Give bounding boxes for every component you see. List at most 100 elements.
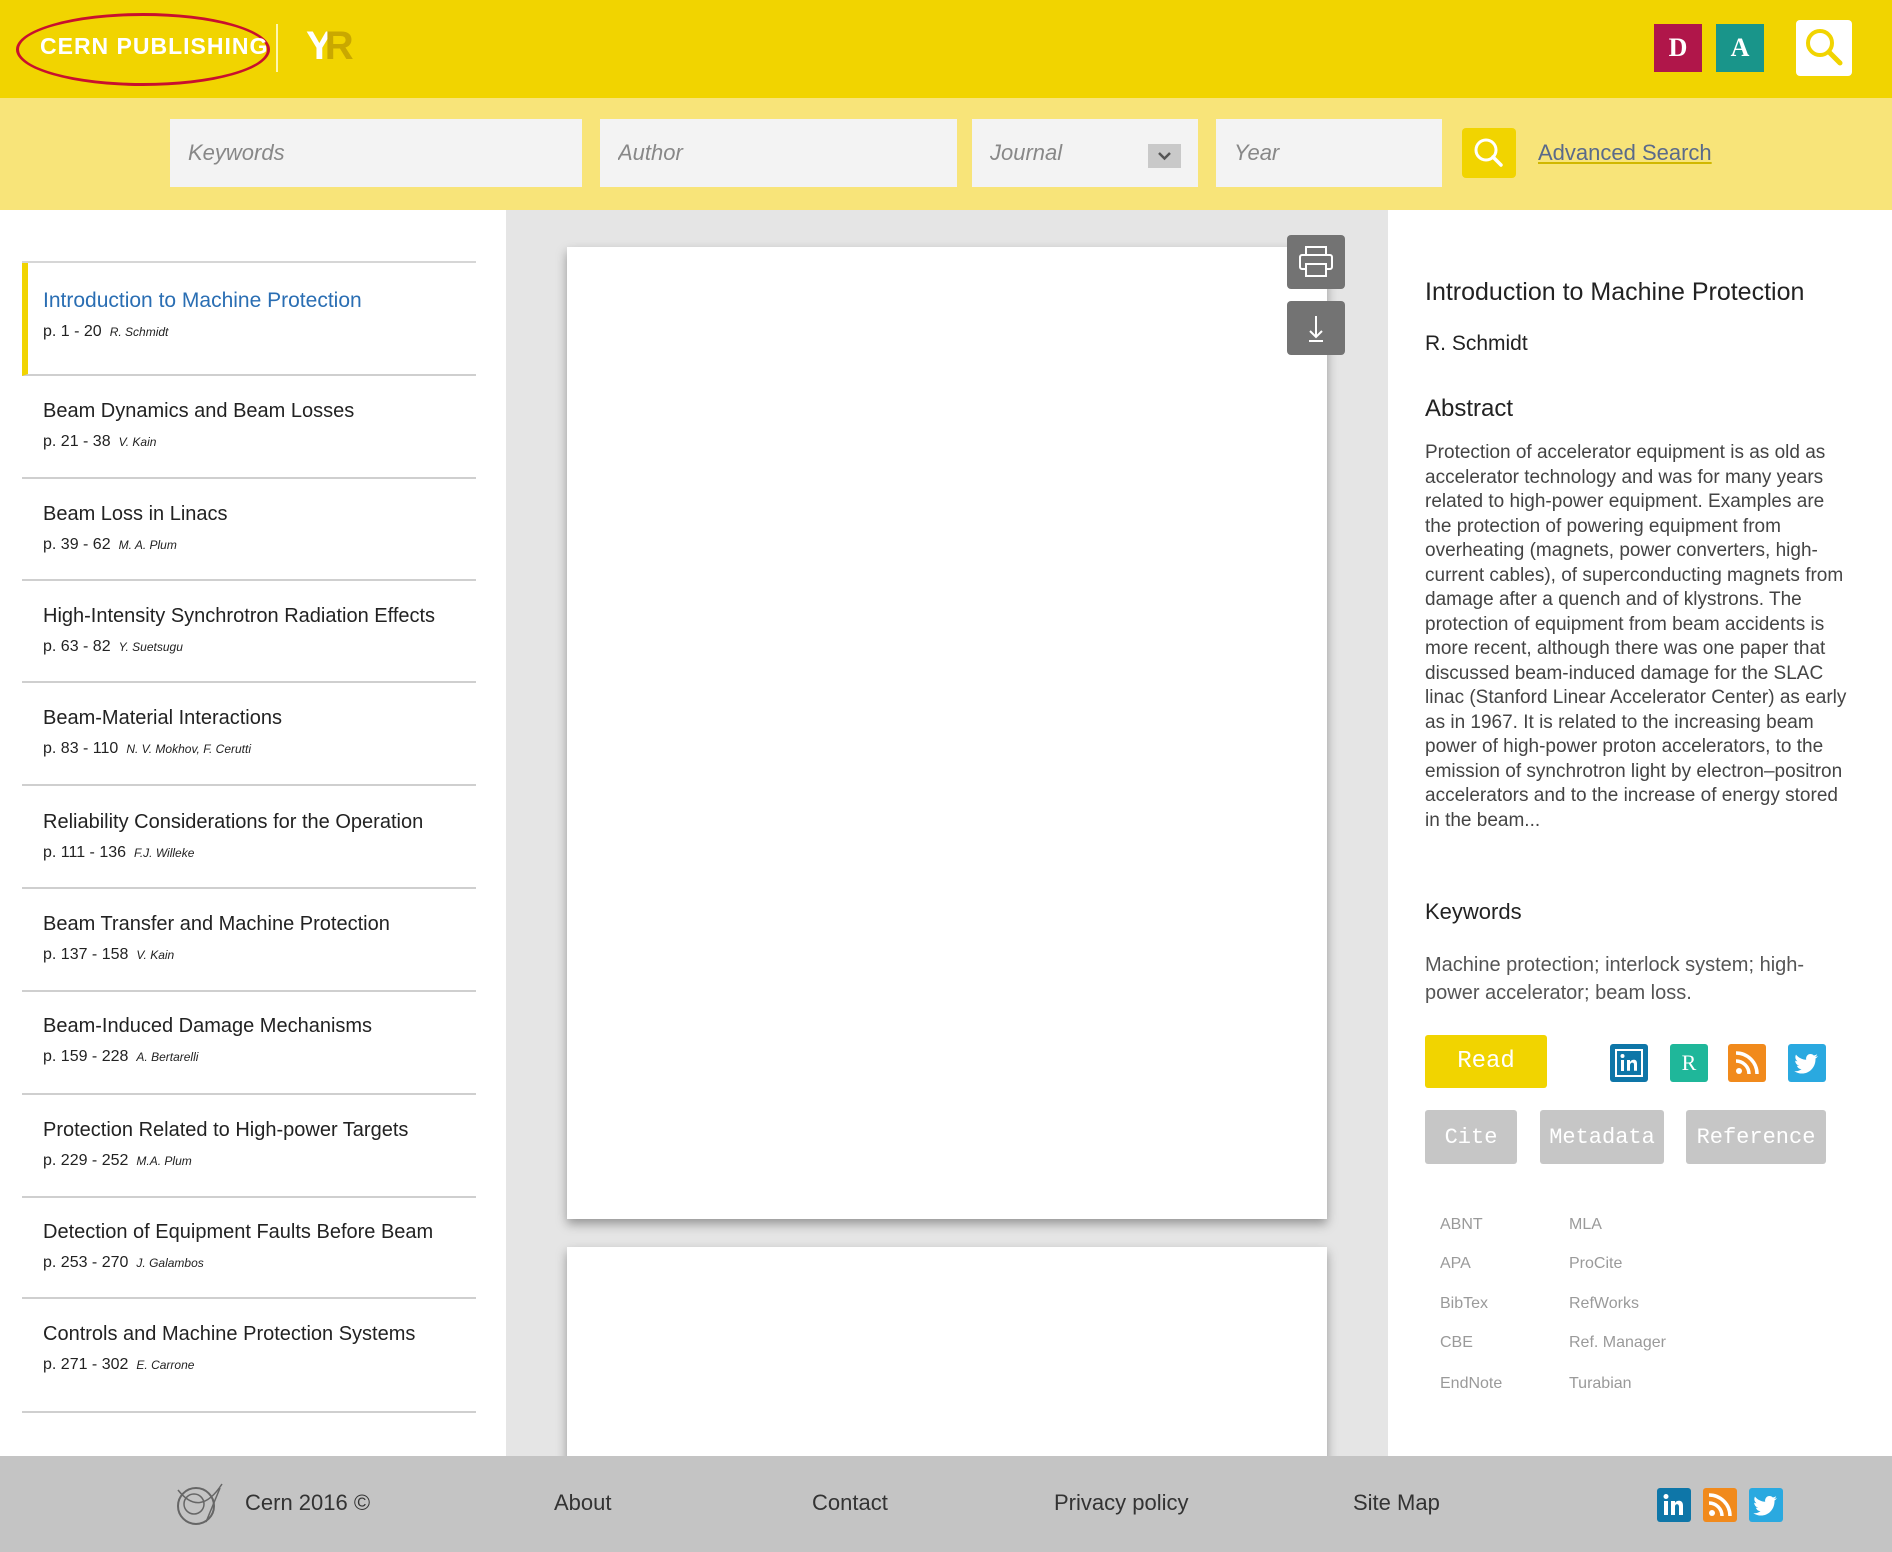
rss-icon: [1708, 1493, 1732, 1517]
header-divider: [276, 24, 278, 72]
year-input[interactable]: [1216, 119, 1442, 187]
search-icon: [1806, 29, 1843, 66]
toc-item[interactable]: Protection Related to High-power Targets…: [22, 1095, 476, 1198]
header-search-button[interactable]: [1796, 20, 1852, 76]
toc-pages: p. 1 - 20: [43, 323, 102, 340]
citation-format-abnt[interactable]: ABNT: [1440, 1216, 1483, 1234]
keywords-heading: Keywords: [1425, 899, 1522, 924]
toc-item[interactable]: Reliability Considerations for the Opera…: [22, 786, 476, 889]
citation-format-turabian[interactable]: Turabian: [1569, 1375, 1632, 1393]
yellow-report-logo[interactable]: YR: [306, 24, 356, 68]
researchgate-share-button[interactable]: R: [1670, 1044, 1708, 1082]
citation-format-apa[interactable]: APA: [1440, 1255, 1471, 1273]
toc-item[interactable]: High-Intensity Synchrotron Radiation Eff…: [22, 581, 476, 683]
cern-logo-icon[interactable]: [172, 1478, 228, 1530]
author-input[interactable]: [600, 119, 957, 187]
toc-item[interactable]: Beam Dynamics and Beam Losses p. 21 - 38…: [22, 376, 476, 479]
article-title: Introduction to Machine Protection: [1425, 278, 1805, 306]
twitter-icon: [1753, 1496, 1777, 1516]
doi-badge-icon[interactable]: D: [1654, 24, 1702, 72]
toc-author: E. Carrone: [136, 1358, 195, 1372]
cite-button[interactable]: Cite: [1425, 1110, 1517, 1164]
search-submit-button[interactable]: [1462, 128, 1516, 178]
citation-format-cbe[interactable]: CBE: [1440, 1334, 1473, 1352]
abstract-heading: Abstract: [1425, 395, 1514, 422]
toc-title: Beam Transfer and Machine Protection: [43, 913, 390, 935]
journal-dropdown-toggle[interactable]: [1148, 144, 1181, 168]
toc-title: Controls and Machine Protection Systems: [43, 1323, 416, 1345]
rss-icon: [1735, 1051, 1759, 1075]
toc-item[interactable]: Detection of Equipment Faults Before Bea…: [22, 1198, 476, 1299]
linkedin-share-button[interactable]: [1610, 1044, 1648, 1082]
footer-sitemap-link[interactable]: Site Map: [1353, 1490, 1440, 1516]
toc-item[interactable]: Beam-Induced Damage Mechanisms p. 159 - …: [22, 992, 476, 1095]
toc-title: Protection Related to High-power Targets: [43, 1119, 409, 1141]
citation-format-procite[interactable]: ProCite: [1569, 1255, 1622, 1273]
toc-title: Reliability Considerations for the Opera…: [43, 811, 424, 833]
printer-icon: [1299, 246, 1333, 277]
toc-author: M. A. Plum: [118, 538, 177, 552]
toc-item[interactable]: Controls and Machine Protection Systems …: [22, 1299, 476, 1413]
toc-author: F.J. Willeke: [134, 846, 195, 860]
footer-privacy-link[interactable]: Privacy policy: [1054, 1490, 1188, 1516]
rss-button[interactable]: [1728, 1044, 1766, 1082]
researchgate-icon: R: [1681, 1050, 1697, 1075]
toc-title: Introduction to Machine Protection: [43, 289, 362, 312]
footer-copyright: Cern 2016 ©: [245, 1490, 371, 1515]
document-page: [567, 1247, 1327, 1467]
toc-author: N. V. Mokhov, F. Cerutti: [126, 742, 252, 756]
read-button[interactable]: Read: [1425, 1035, 1547, 1088]
print-button[interactable]: [1287, 235, 1345, 289]
document-page: [567, 247, 1327, 1219]
toc-pages: p. 253 - 270: [43, 1254, 129, 1271]
cern-publishing-logo[interactable]: CERN PUBLISHING: [40, 33, 268, 60]
toc-author: R. Schmidt: [109, 325, 169, 339]
footer-about-link[interactable]: About: [554, 1490, 612, 1516]
toc-item-active[interactable]: Introduction to Machine Protection p. 1 …: [22, 263, 476, 376]
toc-pages: p. 271 - 302: [43, 1356, 129, 1373]
footer-rss-button[interactable]: [1703, 1488, 1737, 1522]
reference-button[interactable]: Reference: [1686, 1110, 1826, 1164]
toc-pages: p. 229 - 252: [43, 1152, 129, 1169]
toc-pages: p. 83 - 110: [43, 740, 119, 757]
footer-twitter-button[interactable]: [1749, 1488, 1783, 1522]
ar-badge-icon[interactable]: A: [1716, 24, 1764, 72]
toc-title: Beam Dynamics and Beam Losses: [43, 400, 355, 422]
toc-pages: p. 137 - 158: [43, 946, 129, 963]
citation-format-refworks[interactable]: RefWorks: [1569, 1295, 1639, 1313]
citation-format-endnote[interactable]: EndNote: [1440, 1375, 1502, 1393]
advanced-search-link[interactable]: Advanced Search: [1538, 140, 1712, 166]
toc-item[interactable]: Beam Transfer and Machine Protection p. …: [22, 889, 476, 992]
toc-pages: p. 159 - 228: [43, 1048, 129, 1065]
twitter-share-button[interactable]: [1788, 1044, 1826, 1082]
chevron-down-icon: [1158, 152, 1171, 161]
keywords-input[interactable]: [170, 119, 582, 187]
footer-linkedin-button[interactable]: [1657, 1488, 1691, 1522]
toc-author: V. Kain: [118, 435, 157, 449]
download-button[interactable]: [1287, 301, 1345, 355]
toc-title: High-Intensity Synchrotron Radiation Eff…: [43, 605, 436, 627]
keywords-text: Machine protection; interlock system; hi…: [1425, 954, 1805, 1004]
twitter-icon: [1794, 1054, 1818, 1074]
toc-pages: p. 21 - 38: [43, 433, 111, 450]
toc-author: Y. Suetsugu: [118, 640, 183, 654]
linkedin-icon: [1663, 1494, 1683, 1515]
toc-pages: p. 111 - 136: [43, 844, 127, 861]
metadata-button[interactable]: Metadata: [1540, 1110, 1664, 1164]
citation-format-mla[interactable]: MLA: [1569, 1216, 1602, 1234]
linkedin-icon: [1615, 1049, 1643, 1077]
toc-pages: p. 63 - 82: [43, 638, 111, 655]
toc-title: Beam-Material Interactions: [43, 707, 282, 729]
toc-item[interactable]: Beam Loss in Linacs p. 39 - 62 M. A. Plum: [22, 479, 476, 581]
top-header: [0, 0, 1892, 98]
citation-format-bibtex[interactable]: BibTex: [1440, 1295, 1488, 1313]
article-author[interactable]: R. Schmidt: [1425, 332, 1528, 356]
citation-format-refmanager[interactable]: Ref. Manager: [1569, 1334, 1666, 1352]
toc-title: Beam-Induced Damage Mechanisms: [43, 1015, 373, 1037]
abstract-text: Protection of accelerator equipment is a…: [1425, 442, 1847, 831]
toc-title: Detection of Equipment Faults Before Bea…: [43, 1221, 434, 1243]
footer-contact-link[interactable]: Contact: [812, 1490, 888, 1516]
search-icon: [1474, 138, 1503, 167]
toc-author: J. Galambos: [136, 1256, 204, 1270]
toc-item[interactable]: Beam-Material Interactions p. 83 - 110 N.…: [22, 683, 476, 786]
